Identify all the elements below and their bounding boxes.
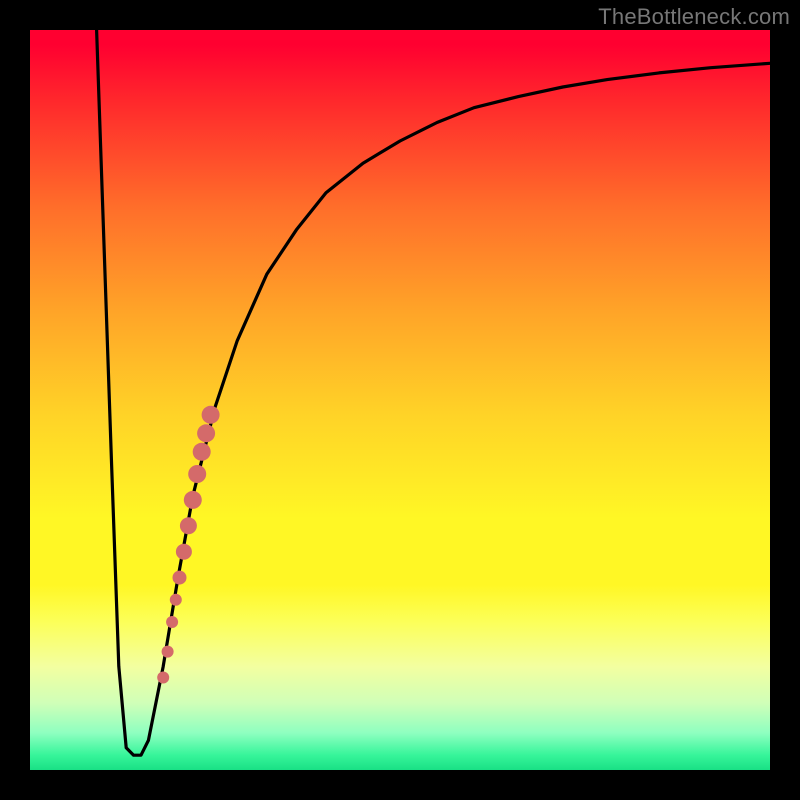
highlighted-point xyxy=(173,571,187,585)
highlighted-point xyxy=(170,594,182,606)
highlighted-point xyxy=(166,616,178,628)
highlighted-point xyxy=(176,544,192,560)
highlighted-point xyxy=(193,443,211,461)
highlighted-point xyxy=(202,406,220,424)
highlighted-point xyxy=(162,646,174,658)
watermark-text: TheBottleneck.com xyxy=(598,4,790,30)
highlighted-point xyxy=(188,465,206,483)
highlighted-point xyxy=(180,517,197,534)
highlighted-point xyxy=(197,424,215,442)
bottleneck-curve xyxy=(97,30,770,755)
plot-area xyxy=(30,30,770,770)
highlighted-point xyxy=(184,491,202,509)
chart-frame: TheBottleneck.com xyxy=(0,0,800,800)
chart-svg xyxy=(30,30,770,770)
highlighted-point xyxy=(157,672,169,684)
